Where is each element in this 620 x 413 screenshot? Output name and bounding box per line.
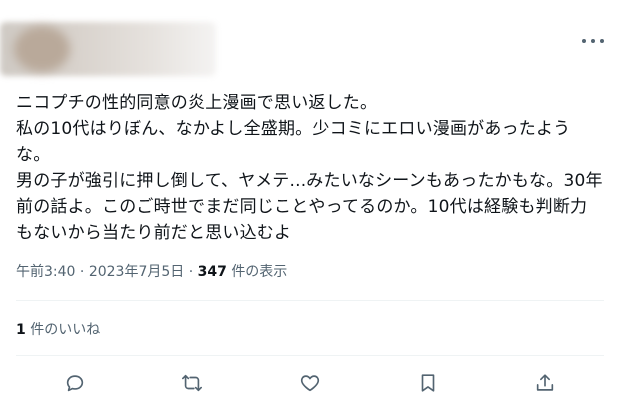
tweet-date[interactable]: 2023年7月5日 <box>89 264 184 280</box>
more-options-icon[interactable] <box>582 30 604 52</box>
tweet-text: ニコプチの性的同意の炎上漫画で思い返した。 私の10代はりぼん、なかよし全盛期。… <box>16 93 603 243</box>
views-count: 347 <box>197 264 227 280</box>
tweet-time[interactable]: 午前3:40 <box>16 264 75 280</box>
likes-label: 件のいいね <box>30 322 101 338</box>
action-bar <box>16 366 604 400</box>
bookmark-icon <box>421 374 434 392</box>
reply-button[interactable] <box>58 366 92 400</box>
blurred-user-info <box>0 22 216 76</box>
tweet-meta: 午前3:40 · 2023年7月5日 · 347 件の表示 <box>16 262 604 282</box>
reply-icon <box>66 375 83 392</box>
tweet-detail: ニコプチの性的同意の炎上漫画で思い返した。 私の10代はりぼん、なかよし全盛期。… <box>0 0 620 413</box>
meta-separator: · <box>79 264 85 280</box>
share-button[interactable] <box>528 366 562 400</box>
like-button[interactable] <box>293 366 327 400</box>
views-label: 件の表示 <box>231 264 288 280</box>
meta-separator-2: · <box>188 264 194 280</box>
divider-top <box>16 300 604 301</box>
retweet-button[interactable] <box>175 366 209 400</box>
tweet-header <box>0 0 620 82</box>
bookmark-button[interactable] <box>411 366 445 400</box>
share-icon <box>537 374 554 391</box>
likes-row[interactable]: 1 件のいいね <box>16 320 100 340</box>
divider-bottom <box>16 355 604 356</box>
retweet-icon <box>182 374 203 392</box>
like-icon <box>300 375 320 392</box>
likes-count: 1 <box>16 322 26 338</box>
avatar <box>14 26 70 72</box>
